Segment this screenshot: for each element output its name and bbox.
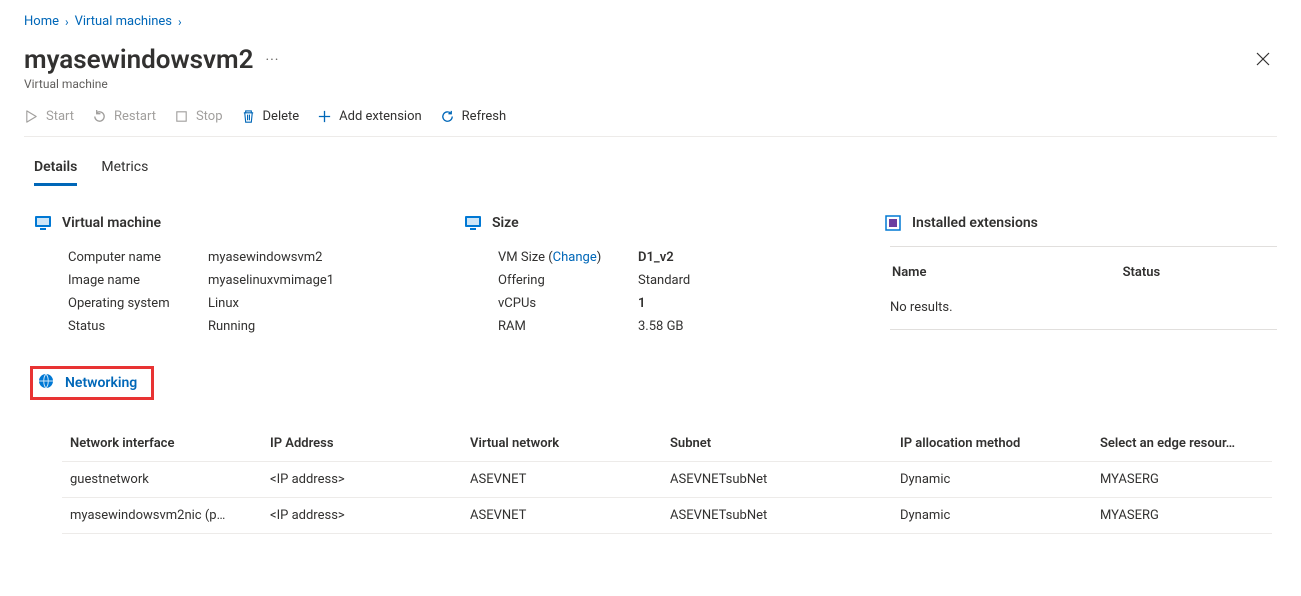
vcpus-label: vCPUs xyxy=(498,296,638,311)
extensions-section-head: Installed extensions xyxy=(884,214,1277,232)
breadcrumb-home[interactable]: Home xyxy=(24,14,59,29)
size-section-title: Size xyxy=(492,215,519,231)
refresh-label: Refresh xyxy=(462,109,506,124)
vmsize-change-link[interactable]: Change xyxy=(553,250,597,265)
more-icon[interactable]: ··· xyxy=(265,52,279,68)
plus-icon xyxy=(317,109,332,124)
table-row[interactable]: guestnetwork <IP address> ASEVNET ASEVNE… xyxy=(62,462,1272,498)
refresh-button[interactable]: Refresh xyxy=(440,109,506,124)
os-label: Operating system xyxy=(68,296,208,311)
status-label: Status xyxy=(68,319,208,334)
cell-nic: guestnetwork xyxy=(62,462,262,498)
col-vnet[interactable]: Virtual network xyxy=(462,426,662,462)
offering-label: Offering xyxy=(498,273,638,288)
vmsize-label: VM Size (Change) xyxy=(498,250,638,265)
globe-icon xyxy=(37,372,55,394)
computer-name-label: Computer name xyxy=(68,250,208,265)
col-edge[interactable]: Select an edge resour… xyxy=(1092,426,1272,462)
extensions-table: Name Status xyxy=(890,257,1277,294)
tab-details[interactable]: Details xyxy=(34,155,77,186)
chevron-right-icon: › xyxy=(65,15,69,29)
stop-button: Stop xyxy=(174,109,223,124)
col-alloc[interactable]: IP allocation method xyxy=(892,426,1092,462)
page-title: myasewindowsvm2 xyxy=(24,45,253,75)
extensions-section-title: Installed extensions xyxy=(912,215,1038,231)
image-name-label: Image name xyxy=(68,273,208,288)
networking-header-row: Network interface IP Address Virtual net… xyxy=(62,426,1272,462)
toolbar: Start Restart Stop Delete Add extension … xyxy=(24,95,1277,137)
monitor-icon xyxy=(34,214,52,232)
cell-nic: myasewindowsvm2nic (p… xyxy=(62,498,262,534)
networking-section-head: Networking xyxy=(30,366,154,400)
start-label: Start xyxy=(46,109,74,124)
details-content: Virtual machine Computer namemyasewindow… xyxy=(24,186,1277,400)
image-name-value: myaselinuxvmimage1 xyxy=(208,273,334,288)
restart-button: Restart xyxy=(92,109,156,124)
cell-vnet: ASEVNET xyxy=(462,498,662,534)
ram-value: 3.58 GB xyxy=(638,319,684,334)
table-row[interactable]: myasewindowsvm2nic (p… <IP address> ASEV… xyxy=(62,498,1272,534)
computer-name-value: myasewindowsvm2 xyxy=(208,250,322,265)
page-header: myasewindowsvm2 ··· Virtual machine xyxy=(24,37,1277,95)
vcpus-value: 1 xyxy=(638,296,645,311)
restart-icon xyxy=(92,109,107,124)
ram-label: RAM xyxy=(498,319,638,334)
cell-vnet: ASEVNET xyxy=(462,462,662,498)
refresh-icon xyxy=(440,109,455,124)
cell-edge: MYASERG xyxy=(1092,462,1272,498)
page-subtitle: Virtual machine xyxy=(24,77,279,91)
delete-button[interactable]: Delete xyxy=(241,109,300,124)
add-extension-label: Add extension xyxy=(339,109,422,124)
vm-section-head: Virtual machine xyxy=(24,214,464,232)
cell-ip: <IP address> xyxy=(262,498,462,534)
stop-label: Stop xyxy=(196,109,223,124)
cell-edge: MYASERG xyxy=(1092,498,1272,534)
breadcrumb: Home › Virtual machines › xyxy=(24,10,1277,37)
close-icon xyxy=(1255,51,1271,67)
play-icon xyxy=(24,109,39,124)
col-subnet[interactable]: Subnet xyxy=(662,426,892,462)
chevron-right-icon: › xyxy=(178,15,182,29)
extensions-empty: No results. xyxy=(890,294,1277,330)
tabs: Details Metrics xyxy=(24,137,1277,186)
cell-alloc: Dynamic xyxy=(892,498,1092,534)
restart-label: Restart xyxy=(114,109,156,124)
breadcrumb-virtual-machines[interactable]: Virtual machines xyxy=(75,14,172,29)
col-nic[interactable]: Network interface xyxy=(62,426,262,462)
ext-col-name: Name xyxy=(892,259,1121,292)
cell-ip: <IP address> xyxy=(262,462,462,498)
close-button[interactable] xyxy=(1249,45,1277,78)
vmsize-value: D1_v2 xyxy=(638,250,674,265)
stop-icon xyxy=(174,109,189,124)
os-value: Linux xyxy=(208,296,239,311)
delete-label: Delete xyxy=(263,109,300,124)
status-value: Running xyxy=(208,319,255,334)
offering-value: Standard xyxy=(638,273,690,288)
title-block: myasewindowsvm2 ··· Virtual machine xyxy=(24,45,279,91)
extension-icon xyxy=(884,214,902,232)
tab-metrics[interactable]: Metrics xyxy=(101,155,148,186)
networking-section-title[interactable]: Networking xyxy=(65,375,137,391)
size-section-head: Size xyxy=(464,214,884,232)
trash-icon xyxy=(241,109,256,124)
vm-section-title: Virtual machine xyxy=(62,215,161,231)
add-extension-button[interactable]: Add extension xyxy=(317,109,422,124)
networking-table: Network interface IP Address Virtual net… xyxy=(62,426,1272,534)
monitor-icon xyxy=(464,214,482,232)
cell-subnet: ASEVNETsubNet xyxy=(662,498,892,534)
col-ip[interactable]: IP Address xyxy=(262,426,462,462)
ext-col-status: Status xyxy=(1123,259,1275,292)
cell-alloc: Dynamic xyxy=(892,462,1092,498)
start-button: Start xyxy=(24,109,74,124)
cell-subnet: ASEVNETsubNet xyxy=(662,462,892,498)
